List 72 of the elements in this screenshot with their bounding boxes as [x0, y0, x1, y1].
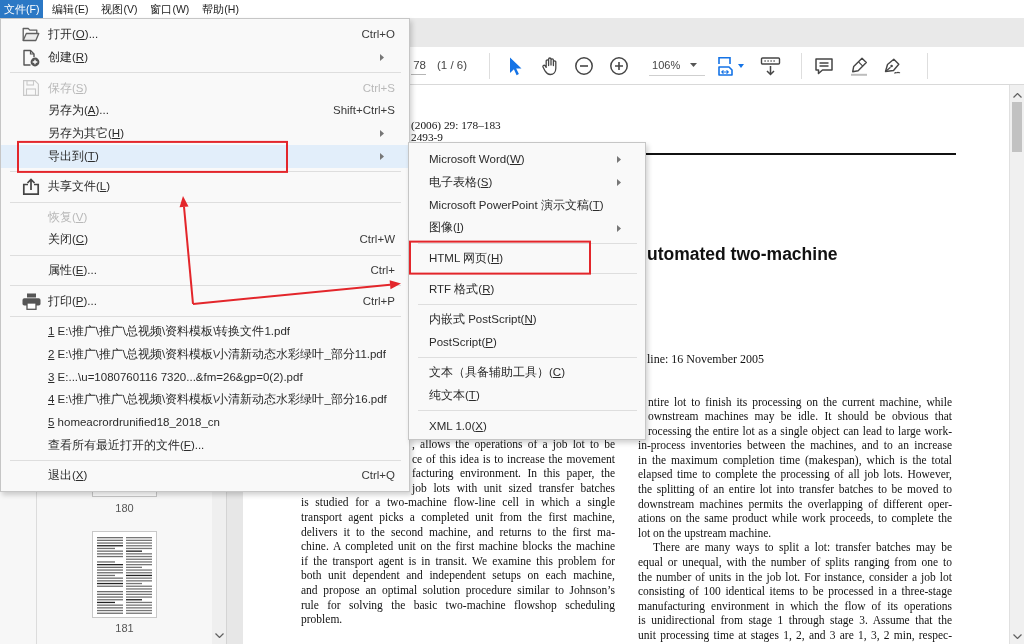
body-paragraph: There are many ways to split a lot: transfer batches may be equal or unequal, with the number of splits ranging from one to the number of units in the job lot. For instance, consider a job lot consisting of 100 identical items to be processed in a three-stage manufacturing environment in which the flow of its operations is unidirectional from stage 1 through stage 3. Assume that the unit processing time at stages 1, 2, and 3 are 1, 3, 2 min, respec- [638, 540, 952, 643]
menu-item[interactable]: 打印(P)... Ctrl+P [1, 289, 409, 313]
citation-line: 2493-9 [411, 131, 443, 143]
menu-item[interactable]: 电子表格(S) [409, 171, 645, 194]
page-thumbnail-drawing[interactable] [92, 531, 157, 618]
page-number-field[interactable]: 78 [411, 56, 426, 75]
menu-item[interactable]: 纯文本(T) [409, 384, 645, 407]
shortcut-text: Shift+Ctrl+S [333, 103, 395, 119]
scroll-mode-icon[interactable] [760, 55, 782, 76]
menu-item[interactable]: PostScript(P) [409, 331, 645, 354]
caret-icon[interactable] [738, 63, 745, 68]
menu-bar-item[interactable]: 帮助(H) [198, 0, 243, 18]
highlighter-icon[interactable] [849, 55, 870, 76]
zoom-out-icon[interactable] [574, 55, 595, 76]
menu-item[interactable]: 关闭(C) Ctrl+W [1, 228, 409, 252]
menu-item[interactable]: 2 E:\推广\推广\总视频\资料模板\小清新动态水彩绿叶_部分11.pdf [1, 343, 409, 366]
share-icon [22, 177, 40, 196]
menu-bar-item[interactable]: 文件(F) [0, 0, 44, 18]
menu-item[interactable]: HTML 网页(H) [409, 247, 645, 270]
menu-item[interactable]: 1 E:\推广\推广\总视频\资料模板\转换文件1.pdf [1, 320, 409, 344]
menu-item[interactable]: 3 E:...\u=1080760116 7320...&fm=26&gp=0(2).pdf [1, 365, 409, 389]
menu-item[interactable]: 5 homeacrordrunified18_2018_cn [1, 411, 409, 434]
menu-item[interactable]: Microsoft PowerPoint 演示文稿(T) [409, 193, 645, 217]
shortcut-text: Ctrl+P [362, 293, 395, 309]
menu-bar-item[interactable]: 窗口(W) [146, 0, 194, 18]
menu-item[interactable]: 属性(E)... Ctrl+ [1, 259, 409, 282]
citation-line: (2006) 29: 178–183 [411, 120, 501, 132]
chevron-down-icon[interactable] [1012, 634, 1022, 639]
menu-item[interactable]: 创建(R) [1, 46, 409, 69]
printer-icon [22, 292, 41, 310]
shortcut-text: Ctrl+S [362, 80, 395, 96]
scrollbar-track[interactable] [1009, 85, 1024, 644]
menu-item[interactable]: Microsoft Word(W) [409, 148, 645, 172]
folder-icon [22, 27, 40, 43]
page-thumbnail[interactable] [92, 492, 157, 497]
menu-item[interactable]: 另存为(A)... Shift+Ctrl+S [1, 99, 409, 123]
menu-item[interactable]: 另存为其它(H) [1, 122, 409, 145]
zoom-in-icon[interactable] [609, 55, 630, 76]
page-number-label: 180 [115, 503, 134, 514]
menu-item[interactable]: 导出到(T) [1, 144, 409, 168]
menu-item[interactable]: RTF 格式(R) [409, 277, 645, 301]
shortcut-text: Ctrl+Q [361, 468, 395, 484]
menu-item[interactable]: 共享文件(L) [1, 175, 409, 199]
menu-item[interactable]: 查看所有最近打开的文件(F)... [1, 433, 409, 457]
page-count-text: (1 / 6) [437, 57, 468, 73]
date-line: line: 16 November 2005 [647, 351, 764, 367]
menu-item[interactable]: 图像(I) [409, 216, 645, 240]
body-paragraph: , allows the operations of a job lot to be ce of this idea is to increase the movement facturing environment. In this paper, the job lots with unit sized transfer batches [412, 437, 615, 496]
scrollbar-thumb[interactable] [1012, 102, 1022, 152]
shortcut-text: Ctrl+W [359, 232, 395, 248]
zoom-field[interactable]: 106% [649, 55, 706, 76]
chevron-up-icon[interactable] [1012, 93, 1022, 98]
document-plus-icon [22, 48, 40, 67]
body-paragraph: is studied for a two-machine flow-line cell in which a single transport agent picks a completed unit from the first machine, delivers it to the second machine, and returns to the first ma- chine. A completed unit on the first machine blocks the machine if the transport agent is in transit. We examine this problem for both unit dependent and independent setups on each machine, and propose an optimal solution procedure similar to Johnson’s rule for solving the basic two-machine flowshop scheduling problem. [301, 495, 615, 627]
shortcut-text: Ctrl+O [361, 27, 395, 43]
menu-item[interactable]: 文本（具备辅助工具）(C) [409, 361, 645, 385]
menu-item[interactable]: XML 1.0(X) [409, 414, 645, 438]
menu-bar-item[interactable]: 视图(V) [97, 0, 142, 18]
caret-icon [690, 63, 698, 67]
menu-bar-item[interactable]: 编辑(E) [48, 0, 93, 18]
menu-item[interactable]: 4 E:\推广\推广\总视频\资料模板\小清新动态水彩绿叶_部分16.pdf [1, 388, 409, 412]
save-icon [22, 79, 40, 98]
menu-item[interactable]: 打开(O)... Ctrl+O [1, 23, 409, 47]
shortcut-text: Ctrl+ [370, 263, 395, 278]
page-number-label: 181 [115, 623, 134, 634]
comment-icon[interactable] [814, 55, 835, 76]
body-paragraph: in-process inventories between the machines, and to an increase in the maximum completion time (makespan), which is the total elapsed time to complete the processing of all job lots. However, the splitting of an entire lot into transfer batches to be moved to downstream machines permits the overlapping of different oper- ations on the same product while work proceeds, to complete the lot on the upstream machine. [638, 438, 952, 541]
article-title: utomated two-machine [647, 242, 838, 265]
menu-item[interactable]: 退出(X) Ctrl+Q [1, 464, 409, 488]
fit-page-icon[interactable] [717, 55, 736, 76]
menu-item[interactable]: 内嵌式 PostScript(N) [409, 308, 645, 332]
chevron-down-icon[interactable] [214, 633, 224, 638]
